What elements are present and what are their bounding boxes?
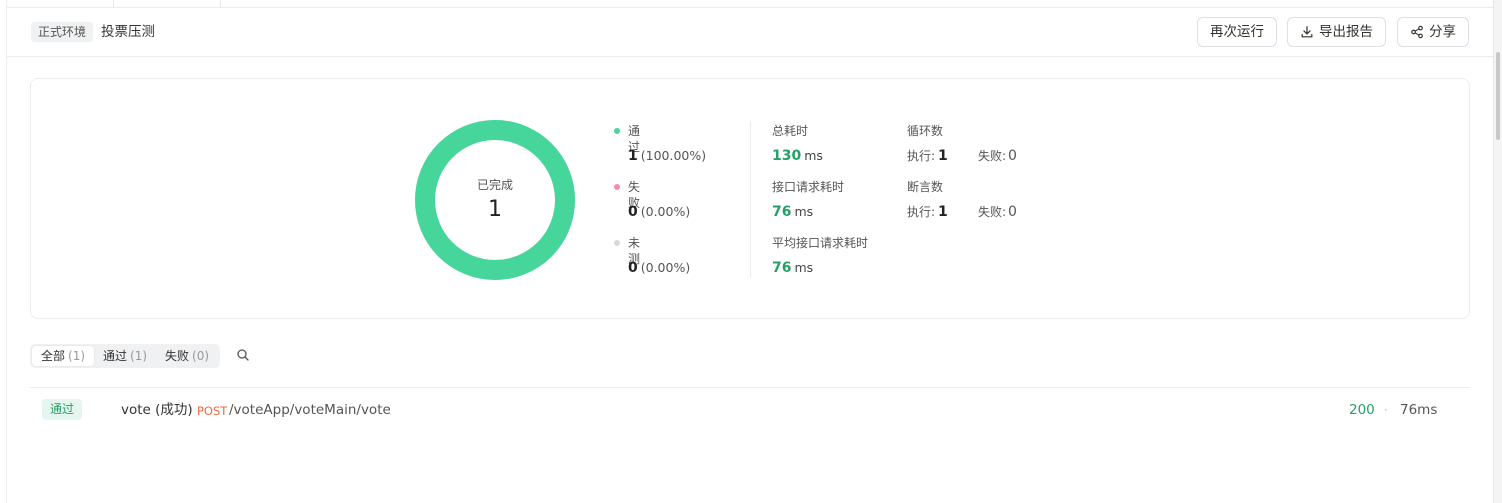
stat-label: 平均接口请求耗时: [772, 236, 869, 250]
filter-tab-label: 全部: [41, 349, 66, 363]
exec-label: 执行:: [907, 205, 936, 219]
filter-tab-count: (1): [68, 349, 86, 363]
legend-count: 0: [628, 260, 638, 276]
download-icon: [1301, 26, 1313, 38]
export-report-button-label: 导出报告: [1319, 24, 1373, 40]
legend-percent: (100.00%): [640, 148, 707, 163]
fail-label: 失败:: [977, 205, 1007, 219]
legend-percent: (0.00%): [640, 260, 691, 275]
stat-value: 76: [772, 260, 792, 276]
stat-value: 76: [772, 204, 792, 220]
share-icon: [1411, 25, 1423, 39]
search-icon[interactable]: [236, 348, 250, 362]
stat-label: 接口请求耗时: [772, 180, 845, 194]
status-badge: 通过: [42, 399, 83, 420]
filter-tab-label: 失败: [165, 349, 190, 363]
stat-total-time: 总耗时 130 ms: [772, 123, 823, 166]
rerun-button-label: 再次运行: [1210, 24, 1264, 40]
list-divider: [30, 387, 1470, 388]
legend-count: 1: [628, 148, 638, 164]
untested-dot-icon: [614, 240, 620, 246]
filter-tab-pass[interactable]: 通过 (1): [94, 346, 156, 366]
stat-loops: 循环数 执行: 1 失败: 0: [907, 123, 1017, 166]
exec-label: 执行:: [907, 149, 936, 163]
report-header: 正式环境 投票压测 再次运行 导出报告 分享: [7, 8, 1494, 57]
rerun-button[interactable]: 再次运行: [1197, 17, 1277, 47]
fail-value: 0: [1008, 204, 1017, 220]
fail-label: 失败:: [977, 149, 1007, 163]
stat-label: 断言数: [907, 180, 944, 194]
fail-value: 0: [1008, 148, 1017, 164]
stat-avg-api-time: 平均接口请求耗时 76 ms: [772, 235, 868, 278]
stat-value: 130: [772, 148, 802, 164]
tab-active-edge: [113, 0, 221, 7]
stat-unit: ms: [804, 148, 823, 163]
request-method: POST: [197, 404, 228, 418]
share-button-label: 分享: [1429, 24, 1456, 40]
pass-dot-icon: [614, 128, 620, 134]
legend-count: 0: [628, 204, 638, 220]
stat-assertions: 断言数 执行: 1 失败: 0: [907, 179, 1017, 222]
page-title: 投票压测: [101, 24, 155, 40]
donut-value: 1: [488, 197, 502, 222]
tab-strip: [7, 0, 1502, 8]
share-button[interactable]: 分享: [1397, 17, 1469, 47]
export-report-button[interactable]: 导出报告: [1287, 17, 1386, 47]
stats-divider: [750, 121, 751, 277]
exec-value: 1: [938, 204, 948, 220]
report-panel: 正式环境 投票压测 再次运行 导出报告 分享 已完成 1 通过 1 (100.0…: [6, 0, 1502, 503]
stat-unit: ms: [794, 204, 814, 219]
stat-label: 循环数: [907, 124, 944, 138]
response-code: 200: [1349, 402, 1375, 418]
request-name: vote (成功): [121, 402, 193, 418]
exec-value: 1: [938, 148, 948, 164]
result-row[interactable]: 通过 vote (成功) POST /voteApp/voteMain/vote…: [30, 398, 1470, 422]
donut-label: 已完成: [476, 178, 513, 192]
request-path: /voteApp/voteMain/vote: [229, 402, 391, 418]
fail-dot-icon: [614, 184, 620, 190]
legend-percent: (0.00%): [640, 204, 691, 219]
response-time: 76ms: [1400, 402, 1438, 418]
filter-tab-all[interactable]: 全部 (1): [32, 346, 95, 366]
filter-tab-label: 通过: [103, 349, 128, 363]
vertical-scrollbar[interactable]: [1493, 0, 1502, 503]
summary-card: 已完成 1 通过 1 (100.00%) 失败 0 (0.00%) 未测 0 (…: [30, 78, 1470, 319]
filter-tab-count: (0): [192, 349, 210, 363]
result-filter-tabs: 全部 (1) 通过 (1) 失败 (0): [30, 344, 221, 368]
stat-api-time: 接口请求耗时 76 ms: [772, 179, 844, 222]
stat-label: 总耗时: [772, 124, 809, 138]
scrollbar-thumb[interactable]: [1496, 52, 1500, 140]
environment-tag: 正式环境: [31, 22, 94, 42]
filter-tab-fail[interactable]: 失败 (0): [156, 346, 218, 366]
meta-separator: ·: [1384, 403, 1388, 417]
stat-unit: ms: [794, 260, 814, 275]
filter-tab-count: (1): [130, 349, 148, 363]
